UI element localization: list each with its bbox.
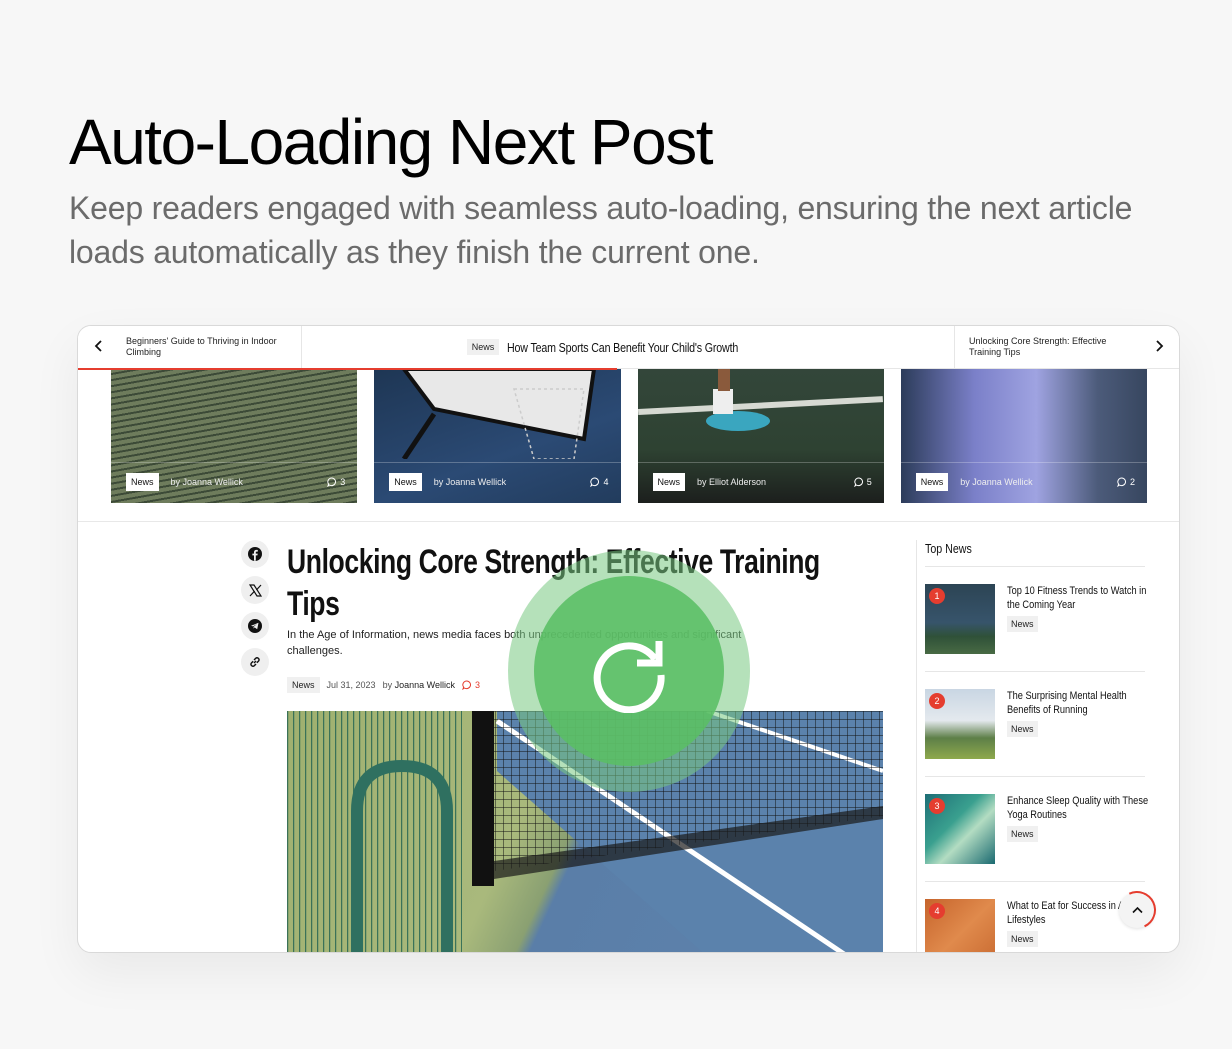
top-news-thumbnail[interactable]: 1 — [925, 584, 995, 654]
comment-count: 3 — [474, 680, 480, 690]
scroll-to-top-button[interactable] — [1112, 885, 1162, 935]
post-card-tag[interactable]: News — [915, 473, 949, 491]
top-news-item[interactable]: 3 Enhance Sleep Quality with These Yoga … — [925, 777, 1148, 882]
page-subtitle: Keep readers engaged with seamless auto-… — [69, 190, 1133, 270]
comment-icon — [327, 477, 337, 487]
post-card-comments[interactable]: 4 — [590, 477, 609, 487]
post-card[interactable]: News by Elliot Alderson 5 — [637, 369, 884, 503]
reading-progress-bar — [78, 368, 618, 370]
post-card[interactable]: News by Joanna Wellick 4 — [374, 369, 621, 503]
refresh-icon — [593, 641, 665, 713]
rank-badge: 1 — [929, 588, 945, 604]
post-navigation-bar: Beginners' Guide to Thriving in Indoor C… — [78, 326, 1179, 369]
comment-count: 2 — [1129, 477, 1135, 487]
next-post-title[interactable]: Unlocking Core Strength: Effective Train… — [969, 336, 1129, 358]
sidebar-heading: Top News — [925, 541, 972, 556]
rank-badge: 4 — [929, 903, 945, 919]
share-buttons — [241, 540, 269, 676]
post-card[interactable]: News by Joanna Wellick 3 — [111, 369, 358, 503]
auto-load-spinner-core — [534, 576, 724, 766]
post-card-tag[interactable]: News — [126, 473, 159, 491]
article-tag[interactable]: News — [287, 677, 320, 693]
post-card-tag[interactable]: News — [652, 473, 686, 491]
post-card-tag[interactable]: News — [389, 473, 422, 491]
basketball-hoop-graphic — [401, 369, 597, 459]
post-card-author[interactable]: by Joanna Wellick — [960, 477, 1117, 487]
article-date: Jul 31, 2023 — [326, 680, 376, 690]
comment-count: 5 — [866, 477, 872, 487]
rank-badge: 3 — [929, 798, 945, 814]
comment-icon — [462, 680, 471, 690]
auto-load-spinner[interactable] — [508, 550, 750, 792]
top-news-thumbnail[interactable]: 3 — [925, 794, 995, 864]
link-icon — [250, 657, 260, 667]
post-card[interactable]: News by Joanna Wellick 2 — [900, 369, 1147, 503]
comment-icon — [590, 477, 600, 487]
top-news-thumbnail[interactable]: 4 — [925, 899, 995, 952]
top-news-title[interactable]: Top 10 Fitness Trends to Watch in the Co… — [1007, 584, 1150, 612]
current-post: News How Team Sports Can Benefit Your Ch… — [302, 326, 954, 368]
post-card-author[interactable]: by Joanna Wellick — [434, 477, 591, 487]
prev-post-link[interactable]: Beginners' Guide to Thriving in Indoor C… — [78, 326, 302, 368]
tennis-shoe-graphic — [637, 369, 883, 431]
author-name[interactable]: Joanna Wellick — [395, 680, 455, 690]
post-card-author[interactable]: by Joanna Wellick — [171, 477, 328, 487]
share-x-button[interactable] — [241, 576, 269, 604]
post-card-author[interactable]: by Elliot Alderson — [697, 477, 854, 487]
comment-count: 4 — [603, 477, 609, 487]
current-post-tag[interactable]: News — [466, 339, 500, 355]
browser-preview: Beginners' Guide to Thriving in Indoor C… — [77, 325, 1180, 953]
top-news-tag[interactable]: News — [1007, 931, 1038, 947]
current-post-title: How Team Sports Can Benefit Your Child's… — [507, 339, 739, 355]
comment-icon — [853, 477, 863, 487]
next-post-link[interactable]: Unlocking Core Strength: Effective Train… — [954, 326, 1179, 368]
share-telegram-button[interactable] — [241, 612, 269, 640]
top-news-item[interactable]: 1 Top 10 Fitness Trends to Watch in the … — [925, 567, 1146, 672]
x-icon — [248, 583, 262, 597]
top-news-tag[interactable]: News — [1007, 616, 1038, 632]
prev-post-title[interactable]: Beginners' Guide to Thriving in Indoor C… — [126, 336, 296, 358]
facebook-icon — [248, 547, 262, 561]
article-comments[interactable]: 3 — [462, 680, 480, 690]
post-card-comments[interactable]: 5 — [853, 477, 872, 487]
top-news-thumbnail[interactable]: 2 — [925, 689, 995, 759]
chevron-left-icon[interactable] — [78, 339, 118, 356]
comment-count: 3 — [340, 477, 346, 487]
top-news-tag[interactable]: News — [1007, 826, 1038, 842]
article-meta: News Jul 31, 2023 by Joanna Wellick 3 — [287, 677, 480, 693]
comment-icon — [1117, 477, 1126, 487]
top-news-item[interactable]: 4 What to Eat for Success in Active Life… — [925, 882, 1145, 952]
top-news-title[interactable]: The Surprising Mental Health Benefits of… — [1007, 689, 1150, 717]
post-card-comments[interactable]: 2 — [1117, 477, 1135, 487]
top-news-item[interactable]: 2 The Surprising Mental Health Benefits … — [925, 672, 1145, 777]
page-title: Auto-Loading Next Post — [69, 106, 713, 178]
section-divider — [78, 521, 1179, 522]
chevron-right-icon[interactable] — [1139, 339, 1179, 356]
post-card-comments[interactable]: 3 — [327, 477, 345, 487]
telegram-icon — [248, 619, 262, 633]
rank-badge: 2 — [929, 693, 945, 709]
share-facebook-button[interactable] — [241, 540, 269, 568]
related-posts-row: News by Joanna Wellick 3 News by Joanna … — [111, 369, 1147, 503]
top-news-tag[interactable]: News — [1007, 721, 1038, 737]
top-news-sidebar: Top News 1 Top 10 Fitness Trends to Watc… — [916, 540, 1148, 952]
top-news-title[interactable]: Enhance Sleep Quality with These Yoga Ro… — [1007, 794, 1150, 822]
article-author[interactable]: by Joanna Wellick — [383, 680, 455, 690]
copy-link-button[interactable] — [241, 648, 269, 676]
author-prefix: by — [382, 680, 393, 690]
